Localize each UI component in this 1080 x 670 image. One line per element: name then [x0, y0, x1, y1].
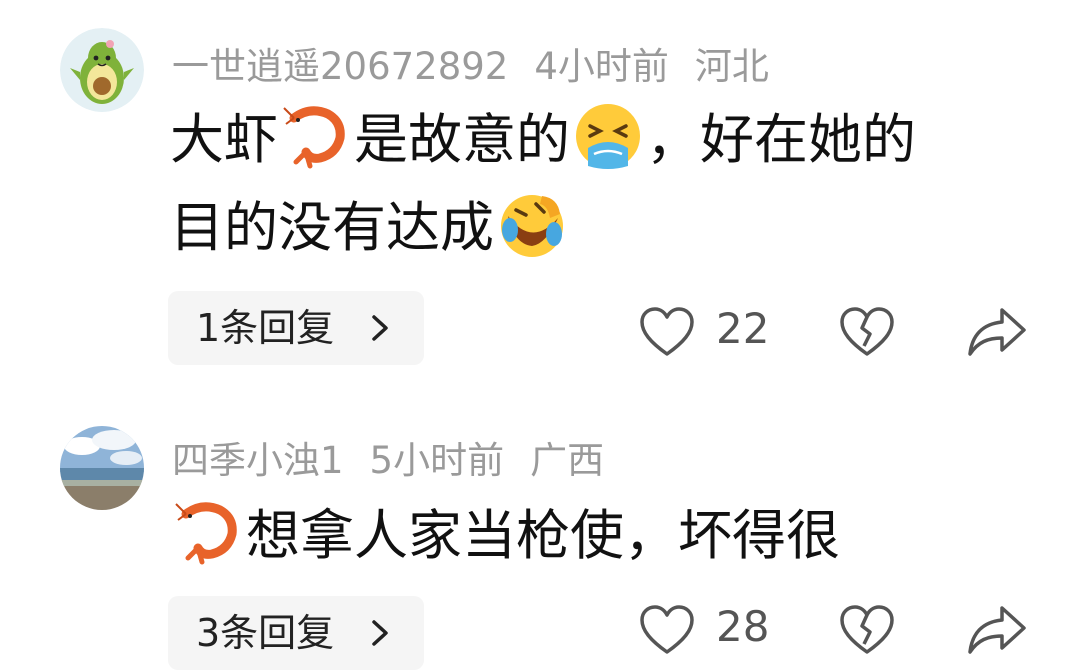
- like-count: 28: [716, 602, 770, 651]
- broken-heart-dislike-icon[interactable]: [838, 306, 896, 358]
- chevron-right-icon: [372, 315, 388, 341]
- comment-body: 大虾 是故意的 ，好在她的 目的没有达成: [170, 96, 1040, 272]
- chevron-right-icon: [372, 620, 388, 646]
- comment-text-segment: 大虾: [170, 108, 278, 171]
- reply-count-label: 3条回复: [196, 611, 335, 655]
- comment-text-segment: 目的没有达成: [170, 196, 494, 259]
- view-replies-button[interactable]: 3条回复: [168, 596, 424, 670]
- comment-body: 想拿人家当枪使，坏得很: [170, 492, 1040, 580]
- location: 河北: [694, 45, 769, 88]
- view-replies-button[interactable]: 1条回复: [168, 291, 424, 365]
- rolling-laughing-emoji: [501, 195, 563, 257]
- avocado-avatar-icon[interactable]: [60, 28, 144, 112]
- heart-like-icon[interactable]: [638, 306, 696, 358]
- comment-text-segment: 想拿人家当枪使，坏得很: [246, 504, 840, 567]
- comment-text-segment: 是故意的: [354, 108, 570, 171]
- comment-text-segment: ，好在她的: [646, 108, 916, 171]
- shrimp-emoji: [175, 502, 237, 565]
- comment-line: 目的没有达成: [170, 184, 1040, 272]
- comment-item: 四季小浊1 5小时前 广西 想拿人家当枪使，坏得很 3条回复 28: [0, 400, 1080, 670]
- comment-meta: 一世逍遥20672892 4小时前 河北: [172, 36, 795, 90]
- heart-like-icon[interactable]: [638, 604, 696, 656]
- comment-line: 想拿人家当枪使，坏得很: [170, 492, 1040, 580]
- reply-count-label: 1条回复: [196, 306, 335, 350]
- username[interactable]: 四季小浊1: [172, 439, 344, 482]
- timestamp: 4小时前: [534, 45, 669, 88]
- comment-line: 大虾 是故意的 ，好在她的: [170, 96, 1040, 184]
- shrimp-emoji: [283, 106, 345, 169]
- share-arrow-icon[interactable]: [966, 306, 1028, 358]
- share-arrow-icon[interactable]: [966, 604, 1028, 656]
- comment-meta: 四季小浊1 5小时前 广西: [172, 430, 630, 484]
- comment-item: 一世逍遥20672892 4小时前 河北 大虾 是故意的 ，好在她的 目的没有达成 1条…: [0, 0, 1080, 400]
- like-count: 22: [716, 304, 770, 353]
- username[interactable]: 一世逍遥20672892: [172, 45, 508, 88]
- timestamp: 5小时前: [369, 439, 505, 482]
- location: 广西: [530, 439, 605, 482]
- broken-heart-dislike-icon[interactable]: [838, 604, 896, 656]
- nauseated-emoji: [576, 104, 640, 169]
- beach-photo-avatar[interactable]: [60, 426, 144, 510]
